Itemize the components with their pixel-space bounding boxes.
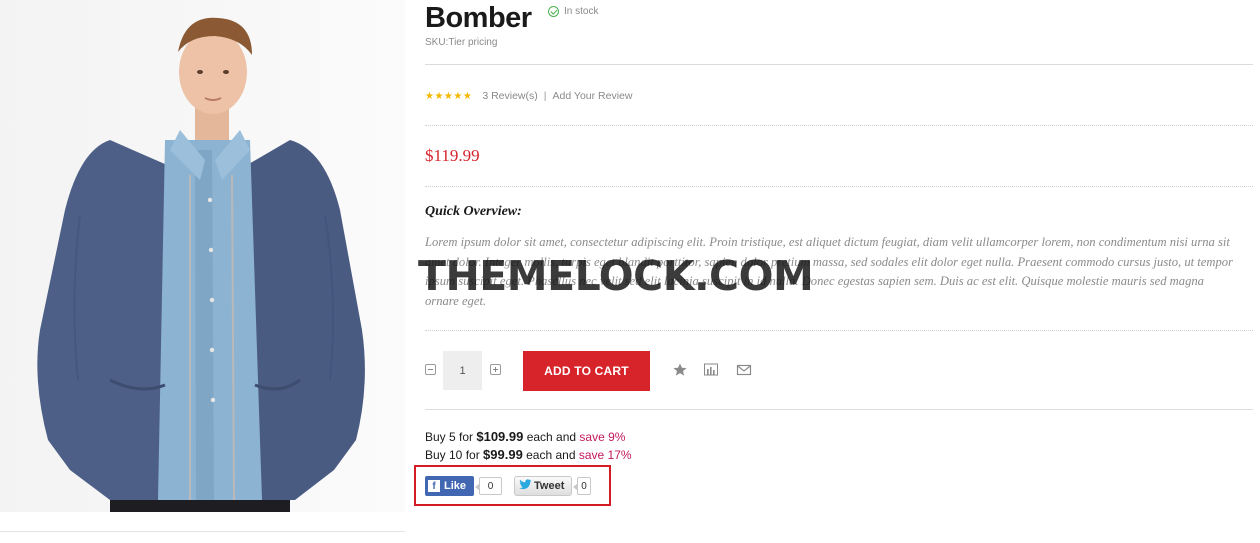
overview-heading: Quick Overview: [425, 204, 522, 219]
watermark: THEMELOCK.COM [418, 252, 814, 300]
like-label: Like [444, 480, 467, 492]
stock-status-label: In stock [564, 6, 599, 17]
tweet-count: 0 [573, 477, 591, 495]
quantity-decrease-button[interactable] [425, 364, 436, 375]
tier-mid: each and [522, 448, 579, 462]
quantity-input[interactable] [443, 351, 482, 390]
like-count: 0 [475, 477, 502, 495]
tier-price: $99.99 [483, 447, 523, 462]
check-circle-icon [548, 6, 559, 17]
tier-price: $109.99 [476, 429, 524, 444]
divider [425, 409, 1253, 410]
tier-prefix: Buy 10 for [425, 448, 484, 462]
stock-status: In stock [548, 6, 598, 17]
divider [425, 64, 1253, 65]
product-image [0, 0, 405, 512]
reviews-link[interactable]: 3 Review(s) [482, 90, 537, 102]
divider [425, 125, 1253, 126]
tier-prefix: Buy 5 for [425, 430, 477, 444]
tier-save: save 17% [578, 448, 632, 462]
twitter-bird-icon [519, 479, 532, 493]
add-review-link[interactable]: Add Your Review [553, 90, 633, 102]
product-title: Bomber [425, 2, 532, 34]
divider [425, 186, 1253, 187]
facebook-like-button[interactable]: f Like [425, 476, 474, 496]
tier-mid: each and [523, 430, 580, 444]
tweet-label: Tweet [534, 480, 565, 492]
review-separator: | [543, 90, 547, 102]
compare-chart-icon[interactable] [703, 362, 719, 378]
sku: SKU:Tier pricing [425, 37, 498, 48]
rating-stars: ★★★★★ [425, 90, 473, 102]
product-price: $119.99 [425, 146, 480, 165]
tweet-button[interactable]: Tweet [514, 476, 572, 496]
add-to-cart-button[interactable]: ADD TO CART [523, 351, 650, 391]
tier-price-row: Buy 5 for $109.99 each and save 9% [425, 429, 625, 444]
tier-price-row: Buy 10 for $99.99 each and save 17% [425, 447, 632, 462]
tier-save: save 9% [579, 430, 626, 444]
image-divider [0, 531, 405, 532]
email-envelope-icon[interactable] [736, 362, 752, 378]
divider [425, 330, 1253, 331]
quantity-increase-button[interactable] [490, 364, 501, 375]
rating-row: ★★★★★ 3 Review(s) | Add Your Review [425, 90, 632, 102]
facebook-icon: f [428, 480, 440, 492]
wishlist-star-icon[interactable] [672, 362, 688, 378]
